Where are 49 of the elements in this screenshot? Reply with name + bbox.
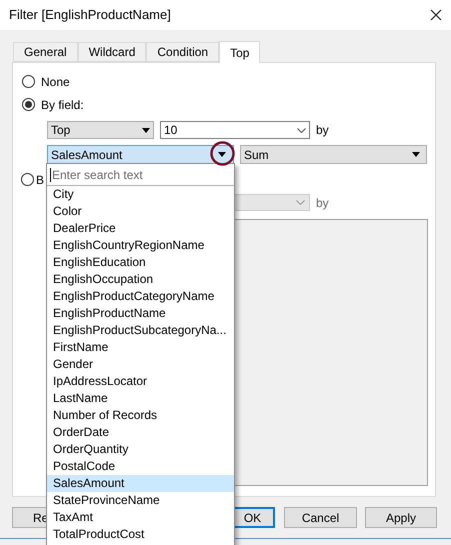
dropdown-item[interactable]: Gender xyxy=(47,356,234,373)
dropdown-item[interactable]: City xyxy=(47,186,234,203)
dropdown-item[interactable]: TaxAmt xyxy=(47,509,234,526)
highlight-circle xyxy=(210,141,235,166)
chevron-icon xyxy=(296,200,305,205)
dropdown-item[interactable]: IpAddressLocator xyxy=(47,373,234,390)
dropdown-item[interactable]: EnglishProductCategoryName xyxy=(47,288,234,305)
radio-label: None xyxy=(41,74,70,90)
text-cursor xyxy=(50,168,51,182)
dropdown-item[interactable]: OrderDate xyxy=(47,424,234,441)
chevron-icon xyxy=(297,128,306,132)
dropdown-item[interactable]: EnglishOccupation xyxy=(47,271,234,288)
close-icon[interactable] xyxy=(430,9,442,21)
dropdown-item[interactable]: PostalCode xyxy=(47,458,234,475)
radio-button[interactable] xyxy=(22,98,35,111)
caret-icon xyxy=(142,128,150,132)
tab[interactable]: General xyxy=(13,42,78,62)
radio-label: B xyxy=(36,172,44,188)
field-combo[interactable]: SalesAmount xyxy=(47,145,234,164)
dropdown-item[interactable]: EnglishCountryRegionName xyxy=(47,237,234,254)
dropdown-item[interactable]: Color xyxy=(47,203,234,220)
dialog-button[interactable]: Apply xyxy=(365,507,437,528)
tab[interactable]: Top xyxy=(219,41,260,63)
search-field[interactable]: Enter search text xyxy=(52,166,227,184)
dropdown-item[interactable]: EnglishEducation xyxy=(47,254,234,271)
dropdown-item[interactable]: StateProvinceName xyxy=(47,492,234,509)
dropdown-item[interactable]: Number of Records xyxy=(47,407,234,424)
tab[interactable]: Condition xyxy=(146,42,220,62)
by-label: by xyxy=(316,122,329,139)
dropdown-item[interactable]: EnglishProductSubcategoryNa... xyxy=(47,322,234,339)
dropdown-item[interactable]: OrderQuantity xyxy=(47,441,234,458)
caret-icon xyxy=(412,152,420,157)
tab[interactable]: Wildcard xyxy=(78,42,146,62)
window-title: Filter [EnglishProductName] xyxy=(9,6,171,24)
radio-button[interactable] xyxy=(22,75,35,88)
dropdown-item[interactable]: LastName xyxy=(47,390,234,407)
count-combo[interactable]: 10 xyxy=(160,121,310,139)
caret-icon xyxy=(218,152,226,157)
radio-label: By field: xyxy=(41,96,84,114)
direction-combo[interactable]: Top xyxy=(47,121,154,139)
dropdown-item[interactable]: TotalProductCost xyxy=(47,526,234,543)
aggregate-combo[interactable]: Sum xyxy=(240,145,427,164)
radio-button[interactable] xyxy=(21,173,34,186)
dialog-button[interactable]: Cancel xyxy=(284,507,357,528)
dropdown-item[interactable]: FirstName xyxy=(47,339,234,356)
dropdown-item[interactable]: EnglishProductName xyxy=(47,305,234,322)
by-label: by xyxy=(316,194,329,212)
dropdown-item[interactable]: SalesAmount xyxy=(47,475,234,492)
dropdown-item[interactable]: DealerPrice xyxy=(47,220,234,237)
